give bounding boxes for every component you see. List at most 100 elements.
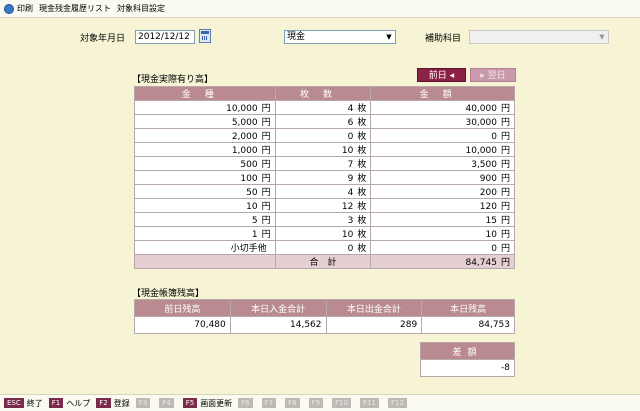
amount-cell: 120 円 bbox=[370, 198, 515, 213]
amount-unit: 円 bbox=[500, 216, 510, 226]
amount-value: 10 bbox=[485, 230, 497, 240]
fkey-key: F9 bbox=[308, 398, 324, 408]
denomination-value: 1,000 bbox=[231, 146, 258, 156]
total-amount-cell: 84,745 円 bbox=[370, 254, 515, 269]
count-value: 12 bbox=[341, 202, 354, 212]
amount-cell: 15 円 bbox=[370, 212, 515, 227]
denomination-cell: 5円 bbox=[134, 212, 276, 227]
app-icon bbox=[4, 3, 14, 14]
fkey-esc[interactable]: ESC 終了 bbox=[4, 398, 43, 409]
count-value: 4 bbox=[347, 188, 354, 198]
amount-value: 0 bbox=[491, 244, 497, 254]
chevron-down-icon: ▼ bbox=[386, 33, 392, 41]
amount-cell: 3,500 円 bbox=[370, 156, 515, 171]
denomination-unit: 円 bbox=[261, 230, 271, 240]
denomination-unit: 円 bbox=[261, 188, 271, 198]
fkey-f8: F8 bbox=[285, 398, 302, 408]
header-prev-balance: 前日残高 bbox=[134, 299, 231, 317]
amount-unit: 円 bbox=[500, 202, 510, 212]
amount-cell: 10,000 円 bbox=[370, 142, 515, 157]
sub-account-select[interactable]: ▼ bbox=[469, 30, 609, 44]
denomination-value: 50 bbox=[246, 188, 258, 198]
count-cell[interactable]: 0枚 bbox=[274, 240, 372, 255]
total-row: 合 計 84,745 円 bbox=[134, 254, 515, 269]
count-unit: 枚 bbox=[357, 146, 367, 156]
fkey-key: F5 bbox=[182, 398, 198, 408]
next-day-button[interactable]: ▸ 翌日 bbox=[470, 68, 516, 82]
count-cell[interactable]: 10 枚 bbox=[274, 142, 372, 157]
fkey-f6: F6 bbox=[238, 398, 255, 408]
denomination-unit: 円 bbox=[261, 118, 271, 128]
count-cell[interactable]: 0枚 bbox=[274, 128, 372, 143]
fkey-key: F10 bbox=[332, 398, 352, 408]
header-withdraw-total: 本日出金合計 bbox=[325, 299, 423, 317]
amount-cell: 900 円 bbox=[370, 170, 515, 185]
count-cell[interactable]: 4枚 bbox=[274, 100, 372, 115]
function-key-bar: ESC 終了 F1 ヘルプ F2 登録 F3 F4 F5 画面更新 F6 F7 F8 F9 F10 F11 F1… bbox=[0, 394, 640, 411]
amount-cell: 30,000 円 bbox=[370, 114, 515, 129]
count-unit: 枚 bbox=[357, 202, 367, 212]
fkey-key: F4 bbox=[159, 398, 174, 408]
denomination-unit: 円 bbox=[261, 160, 271, 170]
total-amount: 84,745 bbox=[465, 258, 497, 268]
date-input[interactable]: 2012/12/12 bbox=[135, 30, 195, 44]
fkey-key: F12 bbox=[388, 398, 407, 408]
fkey-f1[interactable]: F1 ヘルプ bbox=[48, 398, 90, 409]
fkey-key: F7 bbox=[261, 398, 277, 408]
table-row: 5 円 3 枚 15 円 bbox=[134, 212, 515, 227]
denomination-value: 5,000 bbox=[231, 118, 258, 128]
count-cell[interactable]: 3枚 bbox=[274, 212, 372, 227]
date-label: 対象年月日 bbox=[80, 34, 126, 44]
fkey-key: ESC bbox=[4, 398, 24, 408]
total-label: 合 計 bbox=[274, 254, 372, 269]
count-value: 10 bbox=[341, 146, 354, 156]
header-today-balance: 本日残高 bbox=[421, 299, 515, 317]
count-cell[interactable]: 6枚 bbox=[274, 114, 372, 129]
count-cell[interactable]: 10 枚 bbox=[274, 226, 372, 241]
account-select[interactable]: 現金 ▼ bbox=[284, 30, 396, 44]
title-bar: 印刷 現金残金履歴リスト 対象科目設定 bbox=[0, 0, 640, 18]
denomination-cell: 小切手他 bbox=[134, 240, 276, 255]
count-value: 9 bbox=[347, 174, 354, 184]
amount-value: 3,500 bbox=[471, 160, 497, 170]
fkey-key: F8 bbox=[285, 398, 300, 408]
amount-cell: 10 円 bbox=[370, 226, 515, 241]
amount-unit: 円 bbox=[500, 188, 510, 198]
table-row: 10 円 12 枚 120 円 bbox=[134, 198, 515, 213]
fkey-key: F11 bbox=[360, 398, 379, 408]
count-cell[interactable]: 7枚 bbox=[274, 156, 372, 171]
fkey-f10: F10 bbox=[332, 398, 354, 408]
menu-settings[interactable]: 対象科目設定 bbox=[117, 3, 165, 14]
count-cell[interactable]: 4枚 bbox=[274, 184, 372, 199]
table-row: 1 円 10 枚 10 円 bbox=[134, 226, 515, 241]
fkey-f12: F12 bbox=[388, 398, 410, 408]
count-cell[interactable]: 9枚 bbox=[274, 170, 372, 185]
amount-value: 200 bbox=[479, 188, 497, 198]
count-cell[interactable]: 12 枚 bbox=[274, 198, 372, 213]
denomination-cell: 50 円 bbox=[134, 184, 276, 199]
count-value: 7 bbox=[347, 160, 354, 170]
fkey-key: F1 bbox=[48, 398, 64, 408]
count-value: 3 bbox=[347, 216, 354, 226]
table-row: 100 円 9 枚 900 円 bbox=[134, 170, 515, 185]
count-value: 6 bbox=[347, 118, 354, 128]
chevron-down-icon: ▼ bbox=[599, 33, 605, 41]
calendar-icon[interactable] bbox=[199, 29, 211, 43]
count-value: 0 bbox=[347, 132, 354, 142]
deposit-total-value: 14,562 bbox=[229, 316, 327, 334]
prev-balance-value: 70,480 bbox=[134, 316, 231, 334]
amount-value: 30,000 bbox=[465, 118, 497, 128]
ledger-section-title: 【現金帳簿残高】 bbox=[132, 289, 205, 299]
denomination-unit: 円 bbox=[261, 132, 271, 142]
fkey-f2[interactable]: F2 登録 bbox=[96, 398, 130, 409]
prev-day-button[interactable]: 前日 ◂ bbox=[417, 68, 466, 82]
amount-value: 120 bbox=[479, 202, 497, 212]
amount-unit: 円 bbox=[500, 146, 510, 156]
menu-print[interactable]: 印刷 bbox=[17, 3, 33, 14]
denomination-cell: 500 円 bbox=[134, 156, 276, 171]
count-unit: 枚 bbox=[357, 118, 367, 128]
denomination-cell: 10 円 bbox=[134, 198, 276, 213]
fkey-f5[interactable]: F5 画面更新 bbox=[182, 398, 232, 409]
count-value: 4 bbox=[347, 104, 354, 114]
withdraw-total-value: 289 bbox=[325, 316, 423, 334]
